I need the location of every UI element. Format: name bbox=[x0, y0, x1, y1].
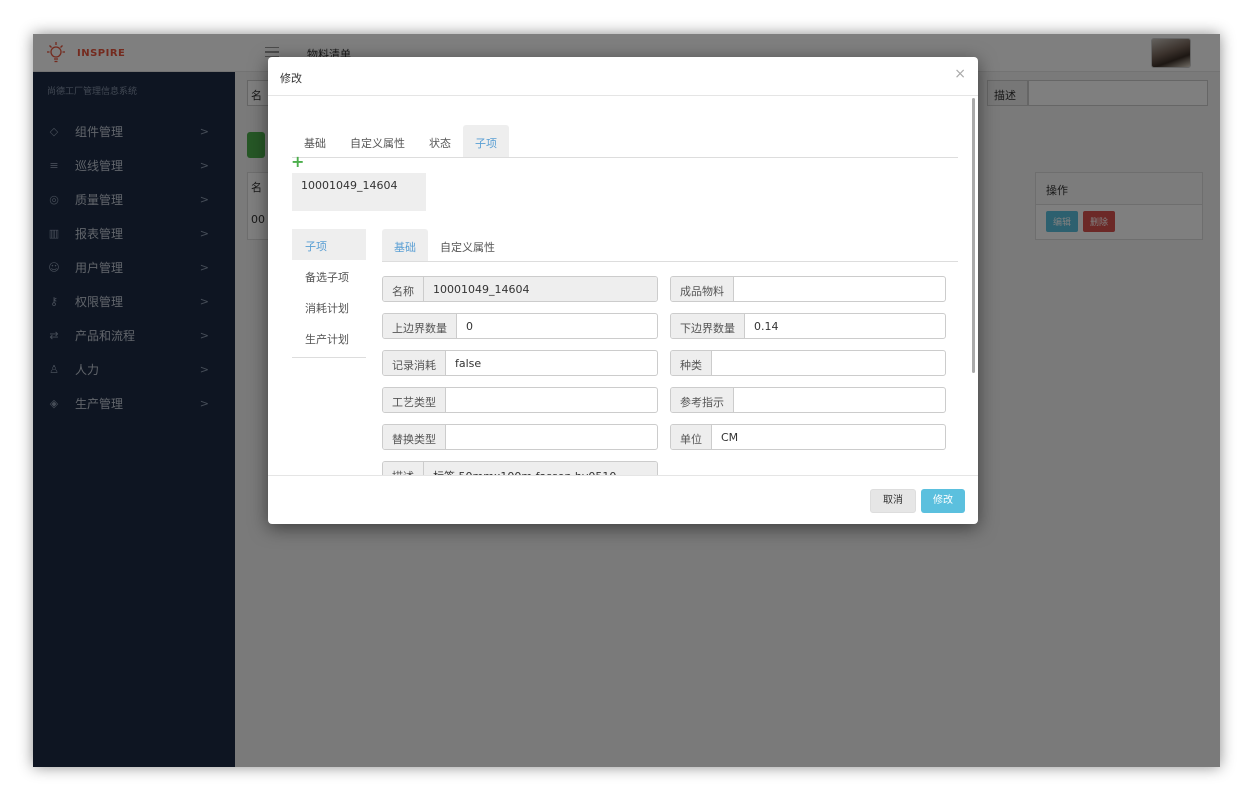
replace-type-input[interactable] bbox=[446, 425, 657, 449]
modal-title: 修改 bbox=[280, 72, 302, 85]
field-label: 参考指示 bbox=[671, 388, 734, 412]
reference-field: 参考指示 bbox=[670, 387, 946, 413]
side-tabs: 子项 备选子项 消耗计划 生产计划 bbox=[292, 229, 366, 358]
scrollbar[interactable] bbox=[972, 98, 975, 373]
tab-custom-attrs[interactable]: 自定义属性 bbox=[338, 125, 417, 157]
side-tab-consumption-plan[interactable]: 消耗计划 bbox=[292, 291, 366, 322]
field-label: 工艺类型 bbox=[383, 388, 446, 412]
category-field: 种类 bbox=[670, 350, 946, 376]
field-label: 描述 bbox=[383, 462, 424, 475]
reference-input[interactable] bbox=[734, 388, 945, 412]
inner-tab-custom-attrs[interactable]: 自定义属性 bbox=[428, 229, 507, 261]
inner-tabs: 基础 自定义属性 bbox=[382, 229, 958, 262]
close-icon[interactable]: × bbox=[954, 66, 966, 82]
add-child-icon[interactable]: + bbox=[291, 152, 304, 171]
unit-field: 单位 CM bbox=[670, 424, 946, 450]
lower-qty-field: 下边界数量 0.14 bbox=[670, 313, 946, 339]
modal-footer: 取消 修改 bbox=[268, 475, 978, 524]
lower-qty-input[interactable]: 0.14 bbox=[745, 314, 945, 338]
top-tabs: 基础 自定义属性 状态 子项 bbox=[292, 125, 958, 158]
upper-qty-input[interactable]: 0 bbox=[457, 314, 657, 338]
field-label: 单位 bbox=[671, 425, 712, 449]
upper-qty-field: 上边界数量 0 bbox=[382, 313, 658, 339]
process-type-field: 工艺类型 bbox=[382, 387, 658, 413]
modal-header: 修改 × bbox=[268, 57, 978, 96]
process-type-input[interactable] bbox=[446, 388, 657, 412]
submit-button[interactable]: 修改 bbox=[921, 489, 965, 513]
side-tab-children[interactable]: 子项 bbox=[292, 229, 366, 260]
tab-children[interactable]: 子项 bbox=[463, 125, 509, 157]
name-input: 10001049_14604 bbox=[424, 277, 657, 301]
record-consumption-input[interactable]: false bbox=[446, 351, 657, 375]
app-window: INSPIRE 物料清单 尚德工厂管理信息系统 ◇ 组件管理 > ≡ 巡线管理 … bbox=[33, 34, 1220, 767]
inner-tab-basic[interactable]: 基础 bbox=[382, 229, 428, 261]
field-label: 名称 bbox=[383, 277, 424, 301]
name-field: 名称 10001049_14604 bbox=[382, 276, 658, 302]
side-tab-alternatives[interactable]: 备选子项 bbox=[292, 260, 366, 291]
field-label: 记录消耗 bbox=[383, 351, 446, 375]
finished-material-input[interactable] bbox=[734, 277, 945, 301]
field-label: 替换类型 bbox=[383, 425, 446, 449]
modal-body: 基础 自定义属性 状态 子项 + 10001049_14604 子项 备选子项 … bbox=[268, 96, 978, 475]
child-item[interactable]: 10001049_14604 bbox=[292, 173, 426, 211]
field-label: 上边界数量 bbox=[383, 314, 457, 338]
description-input: 标签 50mmx100m fasson hy0510 bbox=[424, 462, 657, 475]
side-tab-production-plan[interactable]: 生产计划 bbox=[292, 322, 366, 353]
field-label: 种类 bbox=[671, 351, 712, 375]
replace-type-field: 替换类型 bbox=[382, 424, 658, 450]
description-field: 描述 标签 50mmx100m fasson hy0510 bbox=[382, 461, 658, 475]
unit-input[interactable]: CM bbox=[712, 425, 945, 449]
cancel-button[interactable]: 取消 bbox=[870, 489, 916, 513]
edit-modal: 修改 × 基础 自定义属性 状态 子项 + 10001049_14604 子项 … bbox=[268, 57, 978, 524]
tab-status[interactable]: 状态 bbox=[417, 125, 463, 157]
field-label: 成品物料 bbox=[671, 277, 734, 301]
record-consumption-field: 记录消耗 false bbox=[382, 350, 658, 376]
finished-material-field: 成品物料 bbox=[670, 276, 946, 302]
field-label: 下边界数量 bbox=[671, 314, 745, 338]
category-input[interactable] bbox=[712, 351, 945, 375]
